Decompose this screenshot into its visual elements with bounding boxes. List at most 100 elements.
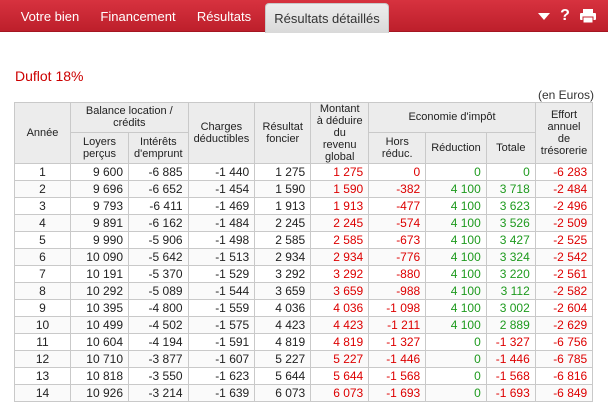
cell-hors: -880 — [368, 265, 427, 283]
table-row: 8 10 292 -5 089 -1 544 3 659 3 659 -988 4 100 3 … — [14, 282, 594, 300]
cell-interets: -5 642 — [128, 248, 189, 266]
cell-hors: -1 211 — [368, 316, 427, 334]
cell-montant: 2 245 — [310, 214, 370, 232]
printer-icon[interactable] — [578, 8, 598, 24]
cell-reduction: 0 — [425, 367, 487, 385]
page-title: Duflot 18% — [15, 68, 84, 84]
table-row: 39 793 -6 411 -1 469 1 913 1 913 -477 4 100 3 6… — [14, 197, 594, 215]
table-row: 12 10 710 -3 877 -1 607 5 227 5 227 -1 446 0 -1 … — [14, 350, 594, 368]
tab-resultats-detailles[interactable]: Résultats détaillés — [265, 3, 389, 33]
header-effort-tresorerie: Effort annuel de trésorerie — [534, 102, 594, 164]
header-reduction: Réduction — [425, 131, 487, 165]
cell-totale: 3 427 — [485, 231, 536, 249]
table-row: 49 891 -6 162 -1 484 2 245 2 245 -574 4 100 3 5… — [14, 214, 594, 232]
cell-annee: 4 — [14, 214, 71, 232]
header-montant-a-deduire: Montant à déduire du revenu global — [310, 102, 370, 164]
cell-hors: 0 — [368, 163, 427, 181]
cell-resultat: 5 644 — [254, 367, 312, 385]
cell-totale: 3 112 — [485, 282, 536, 300]
cell-interets: -5 089 — [128, 282, 189, 300]
cell-annee: 5 — [14, 231, 71, 249]
cell-charges: -1 469 — [187, 197, 256, 215]
cell-montant: 1 913 — [310, 197, 370, 215]
cell-effort: -6 816 — [534, 367, 594, 385]
cell-totale: 3 526 — [485, 214, 536, 232]
cell-charges: -1 484 — [187, 214, 256, 232]
header-annee: Année — [14, 102, 71, 164]
cell-totale: 3 718 — [485, 180, 536, 198]
header-loyers-percus: Loyers perçus — [70, 131, 129, 165]
cell-reduction: 0 — [425, 384, 487, 402]
cell-resultat: 4 819 — [254, 333, 312, 351]
tab-financement[interactable]: Financement — [92, 0, 184, 32]
cell-annee: 7 — [14, 265, 71, 283]
cell-interets: -4 194 — [128, 333, 189, 351]
app-window: Votre bien Financement Résultats Résulta… — [0, 0, 608, 415]
cell-interets: -3 550 — [128, 367, 189, 385]
cell-charges: -1 529 — [187, 265, 256, 283]
help-icon[interactable]: ? — [556, 8, 574, 24]
cell-interets: -3 214 — [128, 384, 189, 402]
cell-montant: 3 292 — [310, 265, 370, 283]
cell-loyers: 9 990 — [70, 231, 129, 249]
cell-interets: -6 411 — [128, 197, 189, 215]
cell-interets: -6 652 — [128, 180, 189, 198]
cell-resultat: 5 227 — [254, 350, 312, 368]
table-row: 9 10 395 -4 800 -1 559 4 036 4 036 -1 098 4 100… — [14, 299, 594, 317]
cell-resultat: 1 590 — [254, 180, 312, 198]
cell-hors: -382 — [368, 180, 427, 198]
cell-totale: 0 — [485, 163, 536, 181]
cell-reduction: 0 — [425, 333, 487, 351]
cell-totale: -1 693 — [485, 384, 536, 402]
cell-reduction: 4 100 — [425, 197, 487, 215]
cell-annee: 10 — [14, 316, 71, 334]
cell-resultat: 4 423 — [254, 316, 312, 334]
cell-totale: 3 324 — [485, 248, 536, 266]
cell-montant: 4 819 — [310, 333, 370, 351]
cell-totale: 3 623 — [485, 197, 536, 215]
cell-loyers: 10 395 — [70, 299, 129, 317]
cell-reduction: 4 100 — [425, 231, 487, 249]
cell-hors: -776 — [368, 248, 427, 266]
header-economie-impot: Economie d'impôt — [368, 102, 536, 133]
cell-reduction: 4 100 — [425, 282, 487, 300]
cell-loyers: 10 191 — [70, 265, 129, 283]
table-row: 10 10 499 -4 502 -1 575 4 423 4 423 -1 211 4 10… — [14, 316, 594, 334]
cell-loyers: 10 499 — [70, 316, 129, 334]
cell-effort: -2 509 — [534, 214, 594, 232]
cell-charges: -1 607 — [187, 350, 256, 368]
cell-charges: -1 575 — [187, 316, 256, 334]
cell-hors: -1 568 — [368, 367, 427, 385]
cell-effort: -2 484 — [534, 180, 594, 198]
tab-votre-bien[interactable]: Votre bien — [12, 0, 88, 32]
cell-resultat: 2 245 — [254, 214, 312, 232]
tab-resultats[interactable]: Résultats — [188, 0, 260, 32]
cell-annee: 11 — [14, 333, 71, 351]
cell-annee: 8 — [14, 282, 71, 300]
cell-reduction: 4 100 — [425, 214, 487, 232]
cell-loyers: 10 292 — [70, 282, 129, 300]
caret-down-icon[interactable] — [535, 8, 553, 24]
cell-charges: -1 513 — [187, 248, 256, 266]
table-row: 14 10 926 -3 214 -1 639 6 073 6 073 -1 693 0 -1 … — [14, 384, 594, 402]
cell-annee: 1 — [14, 163, 71, 181]
cell-loyers: 9 891 — [70, 214, 129, 232]
cell-loyers: 10 604 — [70, 333, 129, 351]
cell-charges: -1 498 — [187, 231, 256, 249]
cell-effort: -6 283 — [534, 163, 594, 181]
cell-hors: -673 — [368, 231, 427, 249]
cell-montant: 4 423 — [310, 316, 370, 334]
cell-hors: -574 — [368, 214, 427, 232]
cell-resultat: 6 073 — [254, 384, 312, 402]
cell-annee: 3 — [14, 197, 71, 215]
cell-resultat: 1 913 — [254, 197, 312, 215]
header-balance-location: Balance location / crédits — [70, 102, 189, 133]
cell-loyers: 10 818 — [70, 367, 129, 385]
cell-montant: 5 227 — [310, 350, 370, 368]
cell-hors: -988 — [368, 282, 427, 300]
cell-annee: 9 — [14, 299, 71, 317]
cell-hors: -1 098 — [368, 299, 427, 317]
cell-effort: -2 525 — [534, 231, 594, 249]
cell-charges: -1 454 — [187, 180, 256, 198]
cell-resultat: 1 275 — [254, 163, 312, 181]
